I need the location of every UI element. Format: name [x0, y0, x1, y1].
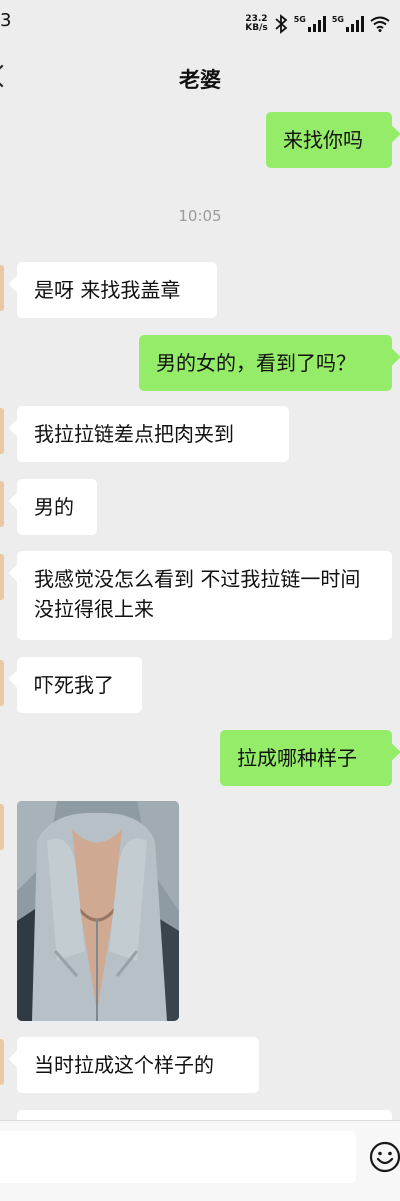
bluetooth-icon: [275, 14, 288, 34]
message-bubble-outgoing[interactable]: 来找你吗: [266, 112, 392, 168]
message-bubble-incoming[interactable]: 男的: [17, 479, 97, 535]
sim1-network-label: 5G: [293, 14, 306, 24]
contact-avatar[interactable]: [0, 481, 4, 527]
contact-avatar[interactable]: [0, 660, 4, 706]
status-icons: 23.2 KB/s 5G 5G: [245, 12, 390, 36]
contact-avatar[interactable]: [0, 265, 4, 311]
network-speed-unit: KB/s: [245, 23, 268, 33]
message-bubble-incoming[interactable]: 我感觉没怎么看到 不过我拉链一时间没拉得很上来: [17, 551, 392, 640]
message-bubble-incoming[interactable]: 我拉拉链差点把肉夹到: [17, 406, 289, 462]
message-bubble-outgoing[interactable]: 男的女的，看到了吗？: [139, 335, 392, 391]
message-input[interactable]: [0, 1131, 356, 1183]
network-speed: 23.2 KB/s: [245, 15, 267, 33]
status-left-text: 3: [0, 10, 12, 31]
chat-timestamp: 10:05: [178, 207, 222, 225]
message-bubble-incoming[interactable]: 当时拉成这个样子的: [17, 1037, 259, 1093]
status-bar: 3 23.2 KB/s 5G 5G: [0, 0, 400, 48]
message-input-bar: [0, 1120, 400, 1201]
contact-avatar[interactable]: [0, 408, 4, 454]
chat-title: 老婆: [179, 68, 221, 92]
contact-avatar[interactable]: [0, 1039, 4, 1085]
signal-strength-icon-2: [346, 16, 364, 32]
contact-avatar[interactable]: [0, 554, 4, 600]
photo-image: [17, 801, 179, 1021]
message-bubble-incoming[interactable]: 是呀 来找我盖章: [17, 262, 217, 318]
smiley-face-icon[interactable]: [369, 1141, 400, 1173]
chat-header: 老婆: [0, 48, 400, 108]
contact-avatar[interactable]: [0, 804, 4, 850]
message-bubble-incoming[interactable]: 吓死我了: [17, 657, 142, 713]
wifi-icon: [370, 16, 390, 32]
photo-message[interactable]: [17, 801, 179, 1021]
signal-strength-icon: [307, 16, 326, 32]
message-bubble-outgoing[interactable]: 拉成哪种样子: [220, 730, 392, 786]
sim2-network-label: 5G: [331, 14, 344, 24]
